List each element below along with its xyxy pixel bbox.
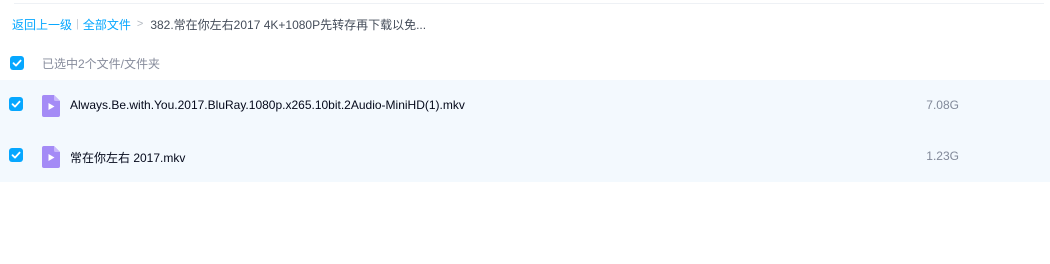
file-list-panel: 返回上一级 | 全部文件 > 382.常在你左右2017 4K+1080P先转存…	[0, 0, 1050, 264]
breadcrumb: 返回上一级 | 全部文件 > 382.常在你左右2017 4K+1080P先转存…	[12, 16, 426, 32]
file-row[interactable]: 常在你左右 2017.mkv 1.23G	[0, 131, 1050, 182]
select-all-checkbox[interactable]	[10, 56, 24, 70]
video-file-icon	[42, 146, 60, 168]
top-divider	[14, 3, 1044, 4]
video-file-icon	[42, 95, 60, 117]
file-row-checkbox[interactable]	[9, 97, 23, 111]
file-name[interactable]: 常在你左右 2017.mkv	[70, 149, 185, 166]
file-size: 7.08G	[926, 98, 959, 112]
check-icon	[11, 151, 21, 159]
file-name[interactable]: Always.Be.with.You.2017.BluRay.1080p.x26…	[70, 98, 465, 112]
breadcrumb-chevron: >	[136, 18, 144, 30]
check-icon	[12, 59, 22, 67]
current-folder-name: 382.常在你左右2017 4K+1080P先转存再下载以免...	[150, 17, 427, 32]
file-row[interactable]: Always.Be.with.You.2017.BluRay.1080p.x26…	[0, 80, 1050, 131]
back-link[interactable]: 返回上一级	[12, 16, 72, 33]
selection-count: 已选中2个文件/文件夹	[42, 57, 161, 71]
file-size: 1.23G	[926, 149, 959, 163]
all-files-link[interactable]: 全部文件	[83, 16, 131, 33]
file-row-checkbox[interactable]	[9, 148, 23, 162]
breadcrumb-separator: |	[76, 18, 79, 30]
check-icon	[11, 100, 21, 108]
